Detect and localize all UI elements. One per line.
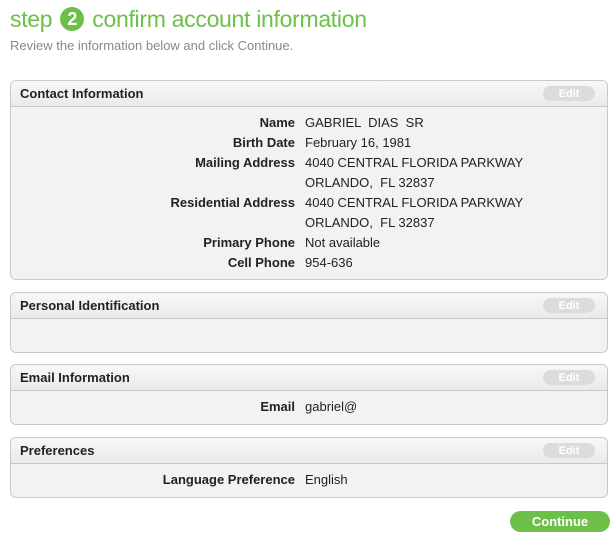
contact-information-panel: Contact Information Edit Name GABRIEL DIA…	[10, 80, 608, 280]
edit-email-button[interactable]: Edit	[543, 370, 595, 385]
step-title: step 2 confirm account information	[10, 4, 367, 34]
panel-title: Personal Identification	[20, 298, 160, 313]
step-number-badge: 2	[60, 7, 85, 31]
field-label: Email	[260, 399, 295, 414]
panel-title: Preferences	[20, 443, 95, 458]
page-title: confirm account information	[92, 6, 367, 32]
field-value: 4040 CENTRAL FLORIDA PARKWAY	[305, 155, 524, 170]
field-label: Cell Phone	[227, 255, 295, 270]
edit-personal-button[interactable]: Edit	[543, 298, 595, 313]
panel-body	[11, 319, 607, 329]
field-label: Primary Phone	[203, 235, 295, 250]
page-header: step 2 confirm account information Revie…	[10, 4, 367, 53]
field-value: gabriel@	[305, 399, 358, 414]
personal-identification-panel: Personal Identification Edit	[10, 292, 608, 353]
field-label	[11, 173, 305, 193]
panel-header: Contact Information Edit	[11, 81, 607, 107]
info-row: Language Preference English	[11, 470, 607, 490]
field-value: ORLANDO, FL 32837	[305, 215, 435, 230]
panel-title: Contact Information	[20, 86, 144, 101]
field-label: Name	[259, 115, 295, 130]
info-row: Email gabriel@	[11, 397, 607, 417]
info-row: Name GABRIEL DIAS SR	[11, 113, 607, 133]
step-word: step	[10, 6, 53, 32]
field-label: Mailing Address	[195, 155, 295, 170]
info-row: Cell Phone 954-636	[11, 253, 607, 273]
panel-body: Email gabriel@	[11, 391, 607, 421]
info-row: Primary Phone Not available	[11, 233, 607, 253]
field-label: Language Preference	[162, 472, 295, 487]
preferences-panel: Preferences Edit Language Preference Engl…	[10, 437, 608, 498]
field-label	[11, 213, 305, 233]
panel-header: Personal Identification Edit	[11, 293, 607, 319]
panel-title: Email Information	[20, 370, 130, 385]
field-value: 954-636	[305, 255, 353, 270]
panel-header: Preferences Edit	[11, 438, 607, 464]
info-row: Residential Address 4040 CENTRAL FLORIDA …	[11, 193, 607, 213]
panel-header: Email Information Edit	[11, 365, 607, 391]
info-row: Mailing Address 4040 CENTRAL FLORIDA PARK…	[11, 153, 607, 173]
field-value: English	[305, 472, 348, 487]
field-value: Not available	[305, 235, 381, 250]
info-row: Birth Date February 16, 1981	[11, 133, 607, 153]
panel-body: Name GABRIEL DIAS SR Birth Date February 1…	[11, 107, 607, 277]
field-value: February 16, 1981	[305, 135, 412, 150]
page-subtitle: Review the information below and click C…	[10, 38, 294, 53]
field-value: GABRIEL DIAS SR	[305, 115, 424, 130]
field-value: ORLANDO, FL 32837	[305, 175, 435, 190]
email-information-panel: Email Information Edit Email gabriel@	[10, 364, 608, 425]
edit-contact-button[interactable]: Edit	[543, 86, 595, 101]
field-label: Birth Date	[232, 135, 295, 150]
continue-button[interactable]: Continue	[510, 511, 610, 532]
panel-body: Language Preference English	[11, 464, 607, 494]
info-row: ORLANDO, FL 32837	[11, 173, 607, 193]
edit-preferences-button[interactable]: Edit	[543, 443, 595, 458]
field-value: 4040 CENTRAL FLORIDA PARKWAY	[305, 195, 524, 210]
field-label: Residential Address	[170, 195, 295, 210]
info-row: ORLANDO, FL 32837	[11, 213, 607, 233]
